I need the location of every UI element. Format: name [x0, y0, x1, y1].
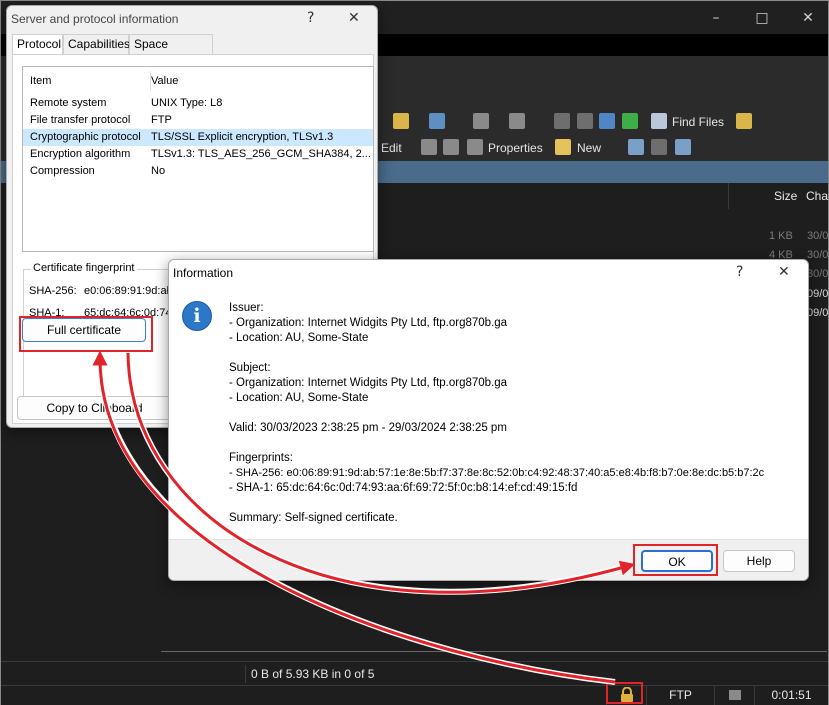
filter-select-icon[interactable]: [675, 139, 691, 155]
folders-icon[interactable]: [736, 113, 752, 129]
item-label: Remote system: [30, 97, 107, 109]
file-size-cell: 1 KB: [769, 230, 793, 242]
properties-icon: [467, 139, 483, 155]
file-date-cell: 30/0: [807, 268, 829, 280]
file-date-cell: 09/0: [807, 307, 829, 319]
sha256-label: SHA-256:: [29, 285, 77, 297]
column-size[interactable]: Size: [774, 189, 797, 203]
minimize-icon[interactable]: –: [693, 5, 739, 31]
status-left-pane: [1, 665, 246, 683]
message-line: Issuer:: [229, 302, 264, 314]
back-arrow-icon[interactable]: [473, 113, 489, 129]
lock-highlight: [606, 682, 643, 704]
item-label: Encryption algorithm: [30, 148, 131, 160]
root-folder-icon[interactable]: [577, 113, 593, 129]
session-timer: 0:01:51: [754, 685, 828, 705]
dialog-title: Information: [173, 266, 234, 280]
list-item[interactable]: Remote system UNIX Type: L8: [23, 95, 373, 112]
column-changed[interactable]: Chan: [806, 189, 829, 203]
close-icon[interactable]: ✕: [785, 5, 829, 31]
selection-status: 0 B of 5.93 KB in 0 of 5: [251, 667, 375, 681]
filter-icon[interactable]: [429, 113, 445, 129]
folder-open-icon[interactable]: [393, 113, 409, 129]
message-line: - Location: AU, Some-State: [229, 332, 369, 344]
new-icon: [555, 139, 571, 155]
item-value: TLS/SSL Explicit encryption, TLSv1.3: [151, 131, 334, 143]
message-line: Valid: 30/03/2023 2:38:25 pm - 29/03/202…: [229, 422, 507, 434]
message-line: - Organization: Internet Widgits Pty Ltd…: [229, 317, 508, 329]
home-icon[interactable]: [599, 113, 615, 129]
properties-button[interactable]: Properties: [488, 139, 543, 157]
unselect-icon[interactable]: [651, 139, 667, 155]
tab-protocol[interactable]: Protocol: [12, 34, 63, 55]
find-files-button[interactable]: Find Files: [672, 113, 724, 131]
information-dialog: Information ? ✕ i Issuer: - Organization…: [168, 259, 809, 581]
help-icon[interactable]: ?: [736, 264, 743, 280]
tab-capabilities[interactable]: Capabilities: [63, 34, 130, 54]
column-item[interactable]: Item: [30, 75, 51, 87]
message-line: - SHA-256: e0:06:89:91:9d:ab:57:1e:8e:5b…: [229, 467, 765, 479]
group-label: Certificate fingerprint: [31, 262, 137, 274]
file-date-cell: 09/0: [807, 288, 829, 300]
list-item-selected[interactable]: Cryptographic protocol TLS/SSL Explicit …: [23, 129, 373, 146]
column-value[interactable]: Value: [151, 75, 178, 87]
ok-highlight: [633, 544, 718, 576]
copy-to-clipboard-button[interactable]: Copy to Clipboard: [17, 396, 172, 420]
rename-icon[interactable]: [443, 139, 459, 155]
network-icon: [728, 690, 741, 700]
column-header: Size Chan: [728, 183, 829, 209]
maximize-icon[interactable]: □: [739, 5, 785, 31]
item-value: TLSv1.3: TLS_AES_256_GCM_SHA384, 2...: [151, 148, 371, 160]
find-files-icon[interactable]: [651, 113, 667, 129]
message-line: Fingerprints:: [229, 452, 293, 464]
refresh-icon[interactable]: [622, 113, 638, 129]
message-line: - SHA-1: 65:dc:64:6c:0d:74:93:aa:6f:69:7…: [229, 482, 578, 494]
close-icon[interactable]: ✕: [348, 10, 360, 26]
message-line: - Location: AU, Some-State: [229, 392, 369, 404]
delete-icon[interactable]: [421, 139, 437, 155]
select-icon[interactable]: [628, 139, 644, 155]
message-line: Summary: Self-signed certificate.: [229, 512, 398, 524]
item-label: Cryptographic protocol: [30, 131, 141, 143]
horizontal-scrollbar[interactable]: [161, 651, 827, 657]
help-button[interactable]: Help: [723, 550, 795, 572]
item-value: No: [151, 165, 166, 177]
file-date-cell: 30/0: [807, 249, 829, 261]
item-value: FTP: [151, 114, 172, 126]
sha256-value: e0:06:89:91:9d:ał: [84, 285, 170, 297]
item-value: UNIX Type: L8: [151, 97, 223, 109]
message-line: - Organization: Internet Widgits Pty Ltd…: [229, 377, 508, 389]
tab-space-available[interactable]: Space available: [129, 34, 213, 70]
new-button[interactable]: New: [577, 139, 601, 157]
list-item[interactable]: Compression No: [23, 163, 373, 180]
item-label: Compression: [30, 165, 95, 177]
dialog-title: Server and protocol information: [11, 12, 179, 26]
info-icon: i: [182, 301, 212, 331]
close-icon[interactable]: ✕: [778, 264, 790, 280]
message-line: Subject:: [229, 362, 271, 374]
parent-folder-icon[interactable]: [554, 113, 570, 129]
full-certificate-highlight: [19, 316, 153, 352]
network-cell: [714, 685, 754, 705]
protocol-status: FTP: [646, 685, 714, 705]
protocol-info-list[interactable]: Item Value Remote system UNIX Type: L8 F…: [22, 66, 374, 252]
edit-button[interactable]: Edit: [381, 139, 402, 157]
forward-arrow-icon[interactable]: [509, 113, 525, 129]
list-item[interactable]: File transfer protocol FTP: [23, 112, 373, 129]
help-icon[interactable]: ?: [307, 10, 314, 26]
list-item[interactable]: Encryption algorithm TLSv1.3: TLS_AES_25…: [23, 146, 373, 163]
item-label: File transfer protocol: [30, 114, 131, 126]
file-date-cell: 30/0: [807, 230, 829, 242]
